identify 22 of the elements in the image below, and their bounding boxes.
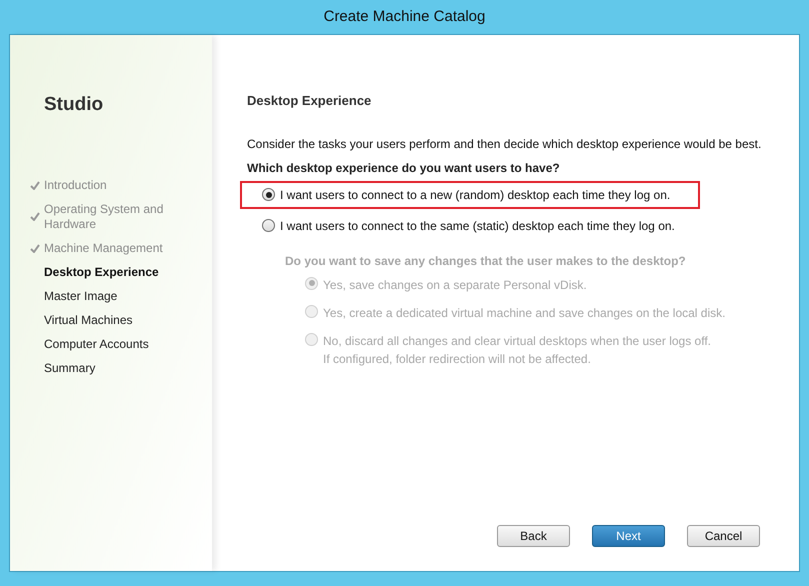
radio-button[interactable] xyxy=(262,188,275,201)
sidebar-title: Studio xyxy=(44,93,104,117)
radio-button[interactable] xyxy=(262,219,275,232)
sub-question-text: Do you want to save any changes that the user makes to the desktop? xyxy=(285,252,687,270)
question-text: Which desktop experience do you want users to have? xyxy=(247,160,561,176)
dialog-button[interactable]: Back xyxy=(497,525,570,547)
step-label[interactable]: Computer Accounts xyxy=(44,336,179,352)
intro-text: Consider the tasks your users perform and then decide which desktop experience would be best. xyxy=(247,136,762,152)
option-label: Yes, create a dedicated virtual machine and save changes on the local disk. xyxy=(323,304,726,322)
option-label: Yes, save changes on a separate Personal vDisk. xyxy=(323,276,587,294)
step-label[interactable]: Desktop Experience xyxy=(44,264,179,280)
option-label: I want users to connect to the same (static) desktop each time they log on. xyxy=(280,218,675,234)
window-title: Create Machine Catalog xyxy=(324,6,486,27)
dialog-button[interactable]: Next xyxy=(592,525,665,547)
option-label: No, discard all changes and clear virtual desktops when the user logs off. xyxy=(323,332,711,350)
step-label[interactable]: Master Image xyxy=(44,288,179,304)
page-heading: Desktop Experience xyxy=(247,92,372,110)
step-label[interactable]: Summary xyxy=(44,360,179,376)
option-label: I want users to connect to a new (random) desktop each time they log on. xyxy=(280,186,670,204)
option-note: If configured, folder redirection will not be affected. xyxy=(323,350,592,368)
step-label[interactable]: Virtual Machines xyxy=(44,312,179,328)
dialog-button[interactable]: Cancel xyxy=(687,525,760,547)
